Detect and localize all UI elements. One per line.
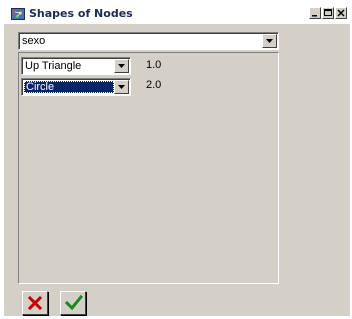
ok-button[interactable] [60, 291, 86, 315]
chevron-down-icon [118, 85, 125, 89]
green-check-icon [65, 295, 83, 311]
minimize-icon [312, 15, 317, 17]
app-icon [11, 8, 25, 20]
red-x-icon [27, 295, 43, 311]
attribute-select[interactable]: sexo [18, 32, 279, 50]
shape-value-label: 2.0 [146, 79, 162, 91]
maximize-button[interactable] [322, 7, 334, 19]
chevron-down-icon [266, 39, 273, 43]
close-icon [337, 9, 345, 17]
shape-select-dropdown-button[interactable] [114, 59, 129, 73]
title-bar[interactable]: Shapes of Nodes [4, 4, 350, 24]
window-title: Shapes of Nodes [29, 7, 133, 20]
shape-select-row-1[interactable]: Up Triangle [21, 57, 131, 75]
chevron-down-icon [118, 64, 125, 68]
shape-select-value: Circle [24, 81, 114, 93]
shape-select-value: Up Triangle [25, 60, 82, 72]
attribute-select-value: sexo [22, 35, 46, 47]
attribute-select-dropdown-button[interactable] [262, 34, 277, 48]
shape-select-row-2[interactable]: Circle [21, 78, 131, 96]
shape-value-label: 1.0 [146, 59, 162, 71]
close-button[interactable] [335, 7, 347, 19]
cancel-button[interactable] [22, 291, 48, 315]
minimize-button[interactable] [309, 7, 321, 19]
shape-select-dropdown-button[interactable] [114, 80, 129, 94]
maximize-icon [324, 9, 332, 16]
dialog-window: Shapes of Nodes sexo Up Triangle 1.0 Cir… [4, 4, 350, 316]
